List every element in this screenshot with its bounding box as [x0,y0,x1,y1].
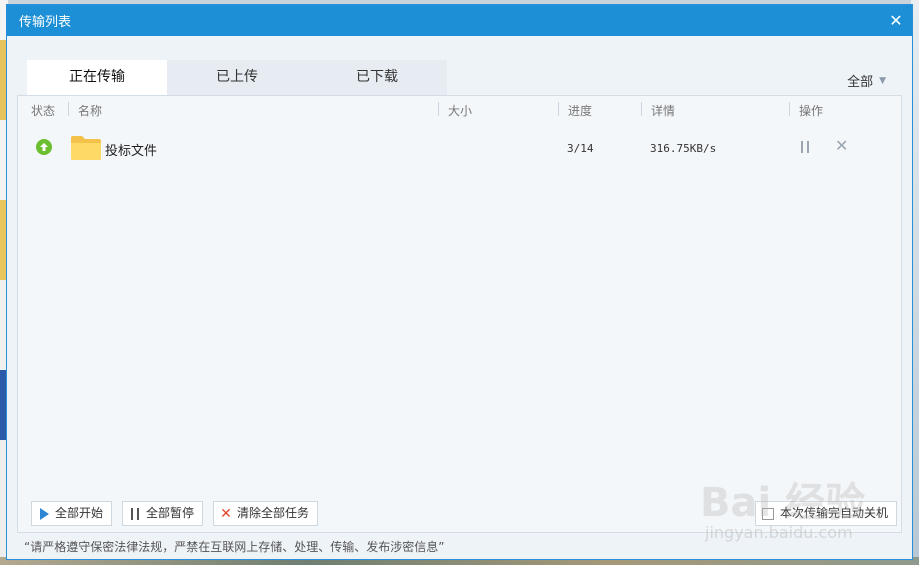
upload-arrow-icon [36,139,52,155]
column-divider[interactable] [438,102,439,116]
titlebar: 传输列表 ✕ [7,5,912,36]
file-speed: 316.75KB/s [650,142,717,155]
column-name: 名称 [78,104,103,118]
clear-all-button[interactable]: ✕ 清除全部任务 [213,501,319,526]
play-icon [38,507,50,521]
column-header: 状态 名称 大小 进度 详情 操作 [18,96,901,122]
column-progress: 进度 [568,104,593,118]
column-actions: 操作 [799,104,824,118]
column-divider[interactable] [68,102,69,116]
folder-icon [70,135,102,161]
auto-shutdown-checkbox[interactable] [761,507,774,520]
column-divider[interactable] [789,102,790,116]
close-icon[interactable]: ✕ [888,12,904,29]
table-row[interactable]: 投标文件 3/14 316.75KB/s ✕ [18,132,901,162]
tab-downloaded[interactable]: 已下载 [307,60,447,95]
column-size: 大小 [448,104,473,118]
file-progress: 3/14 [567,142,594,155]
filter-dropdown[interactable]: 全部 ▼ [847,71,886,90]
auto-shutdown-option[interactable]: 本次传输完自动关机 [754,501,897,526]
pause-icon[interactable] [799,141,811,155]
clear-all-label: 清除全部任务 [237,506,310,520]
pause-icon [129,507,141,521]
transfer-list-dialog: 传输列表 ✕ 正在传输 已上传 已下载 全部 ▼ 状态 名称 大小 进度 详情 … [6,4,913,560]
security-notice: “请严格遵守保密法律法规，严禁在互联网上存储、处理、传输、发布涉密信息” [24,540,445,554]
column-divider[interactable] [558,102,559,116]
column-divider[interactable] [641,102,642,116]
chevron-down-icon: ▼ [879,75,886,86]
start-all-button[interactable]: 全部开始 [31,501,113,526]
tab-transferring[interactable]: 正在传输 [27,60,167,96]
auto-shutdown-label: 本次传输完自动关机 [779,506,888,520]
pause-all-button[interactable]: 全部暂停 [122,501,204,526]
transfer-panel: 状态 名称 大小 进度 详情 操作 投标文件 3/14 316.75KB/s ✕ [17,95,902,533]
filter-label: 全部 [847,75,874,90]
tab-bar: 正在传输 已上传 已下载 [27,60,447,96]
column-detail: 详情 [651,104,676,118]
window-title: 传输列表 [19,15,72,30]
column-status: 状态 [31,104,56,118]
file-name: 投标文件 [105,144,158,159]
close-icon: ✕ [220,505,232,522]
bottom-toolbar: 全部开始 全部暂停 ✕ 清除全部任务 本次传输完自动关机 [31,501,897,527]
remove-icon[interactable]: ✕ [835,138,848,154]
pause-all-label: 全部暂停 [146,506,195,520]
start-all-label: 全部开始 [55,506,104,520]
tab-uploaded[interactable]: 已上传 [167,60,307,95]
